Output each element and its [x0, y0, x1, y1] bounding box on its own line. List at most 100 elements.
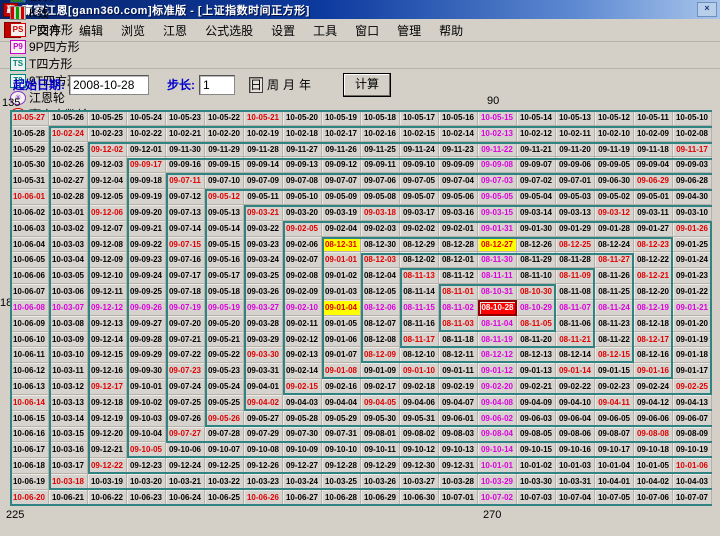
date-cell: 10-07-04 [556, 490, 595, 506]
step-label: 步长: [167, 76, 195, 93]
date-cell: 09-07-02 [517, 173, 556, 189]
menu-item[interactable]: 窗口 [346, 22, 388, 40]
date-cell: 09-03-25 [244, 268, 283, 284]
date-cell: 10-06-15 [10, 411, 49, 427]
date-cell: 09-12-02 [88, 142, 127, 158]
date-cell: 09-03-23 [244, 237, 283, 253]
date-cell: 08-12-26 [517, 237, 556, 253]
date-cell: 10-06-08 [10, 300, 49, 316]
date-cell: 09-01-14 [556, 363, 595, 379]
date-cell: 08-12-06 [361, 300, 400, 316]
date-cell: 09-03-20 [283, 205, 322, 221]
date-cell: 09-03-15 [478, 205, 517, 221]
date-cell: 09-11-24 [400, 142, 439, 158]
calculate-button[interactable]: 计算 [343, 73, 391, 97]
date-cell: 10-06-28 [322, 490, 361, 506]
date-cell: 09-01-09 [361, 363, 400, 379]
date-cell: 09-06-04 [556, 411, 595, 427]
date-cell: 09-08-09 [673, 427, 712, 443]
menu-item[interactable]: 管理 [388, 22, 430, 40]
toolbar-button[interactable]: K线 [10, 4, 89, 21]
step-input[interactable]: 1 [199, 75, 235, 95]
date-cell: 10-06-11 [10, 347, 49, 363]
date-cell: 09-01-30 [517, 221, 556, 237]
date-cell: 08-11-09 [556, 268, 595, 284]
date-cell: 09-12-18 [88, 395, 127, 411]
toolbar-button[interactable]: TST四方形 [10, 55, 89, 72]
date-cell: 10-06-20 [10, 490, 49, 506]
date-cell: 09-05-25 [205, 395, 244, 411]
date-cell: 09-12-04 [88, 173, 127, 189]
date-cell: 10-03-21 [166, 474, 205, 490]
date-cell: 10-07-02 [478, 490, 517, 506]
date-cell: 10-05-12 [595, 110, 634, 126]
date-cell: 08-11-06 [556, 316, 595, 332]
date-cell: 09-11-29 [205, 142, 244, 158]
date-cell: 10-05-15 [478, 110, 517, 126]
date-cell: 08-12-16 [634, 347, 673, 363]
date-cell: 10-02-13 [478, 126, 517, 142]
date-cell: 09-09-09 [439, 157, 478, 173]
date-cell: 10-03-26 [361, 474, 400, 490]
menu-item[interactable]: 浏览 [112, 22, 154, 40]
date-cell: 09-01-25 [673, 237, 712, 253]
date-cell: 09-09-15 [205, 157, 244, 173]
date-cell: 09-10-19 [673, 442, 712, 458]
date-cell: 09-07-05 [400, 173, 439, 189]
date-cell: 09-12-27 [283, 458, 322, 474]
date-cell: 09-05-31 [400, 411, 439, 427]
date-cell: 09-04-07 [439, 395, 478, 411]
close-button[interactable]: × [697, 2, 717, 17]
date-cell: 08-11-21 [556, 332, 595, 348]
start-date-center-cell: 08-10-28 [478, 300, 517, 316]
date-cell: 09-11-18 [634, 142, 673, 158]
date-cell: 09-09-25 [127, 284, 166, 300]
date-cell: 09-05-14 [205, 221, 244, 237]
date-cell: 09-04-04 [322, 395, 361, 411]
date-cell: 09-01-24 [673, 252, 712, 268]
date-cell: 09-08-03 [439, 427, 478, 443]
date-cell: 09-07-10 [205, 173, 244, 189]
period-button[interactable]: 周 [267, 78, 279, 92]
date-cell: 10-02-24 [49, 126, 88, 142]
period-button[interactable]: 年 [299, 78, 311, 92]
menu-item[interactable]: 设置 [262, 22, 304, 40]
date-cell: 10-03-06 [49, 284, 88, 300]
date-cell: 10-05-28 [10, 126, 49, 142]
toolbar-button[interactable]: P99P四方形 [10, 38, 89, 55]
date-cell: 09-07-01 [556, 173, 595, 189]
date-cell: 09-02-22 [556, 379, 595, 395]
date-cell: 09-02-01 [439, 221, 478, 237]
control-row: 起始日期: 2008-10-28 步长: 1 日周月年 计算 [0, 69, 720, 100]
menu-item[interactable]: 公式选股 [196, 22, 262, 40]
period-button[interactable]: 日 [249, 77, 263, 93]
angle-label-90: 90 [487, 95, 499, 107]
date-cell: 10-01-03 [556, 458, 595, 474]
date-cell: 09-05-11 [244, 189, 283, 205]
date-cell: 10-05-10 [673, 110, 712, 126]
menu-item[interactable]: 江恩 [154, 22, 196, 40]
date-cell: 09-05-06 [439, 189, 478, 205]
date-cell: 09-01-06 [322, 332, 361, 348]
period-button[interactable]: 月 [283, 78, 295, 92]
toolbar-button-label: T四方形 [29, 55, 72, 72]
menu-item[interactable]: 工具 [304, 22, 346, 40]
date-cell: 08-12-12 [478, 347, 517, 363]
date-cell: 10-03-15 [49, 427, 88, 443]
date-cell: 10-02-19 [244, 126, 283, 142]
date-cell: 09-11-19 [595, 142, 634, 158]
toolbar-button-label: K线 [29, 4, 49, 21]
start-date-input[interactable]: 2008-10-28 [69, 75, 149, 95]
date-cell: 10-07-01 [439, 490, 478, 506]
date-cell: 09-10-12 [400, 442, 439, 458]
t-square-icon: TS [10, 57, 26, 71]
toolbar-button[interactable]: PSP四方形 [10, 21, 89, 38]
date-cell: 10-02-22 [127, 126, 166, 142]
date-cell: 09-09-11 [361, 157, 400, 173]
date-cell: 10-04-01 [595, 474, 634, 490]
date-cell: 10-07-03 [517, 490, 556, 506]
menu-item[interactable]: 帮助 [430, 22, 472, 40]
date-cell: 09-03-13 [556, 205, 595, 221]
date-cell: 09-07-08 [283, 173, 322, 189]
date-cell: 09-09-05 [595, 157, 634, 173]
